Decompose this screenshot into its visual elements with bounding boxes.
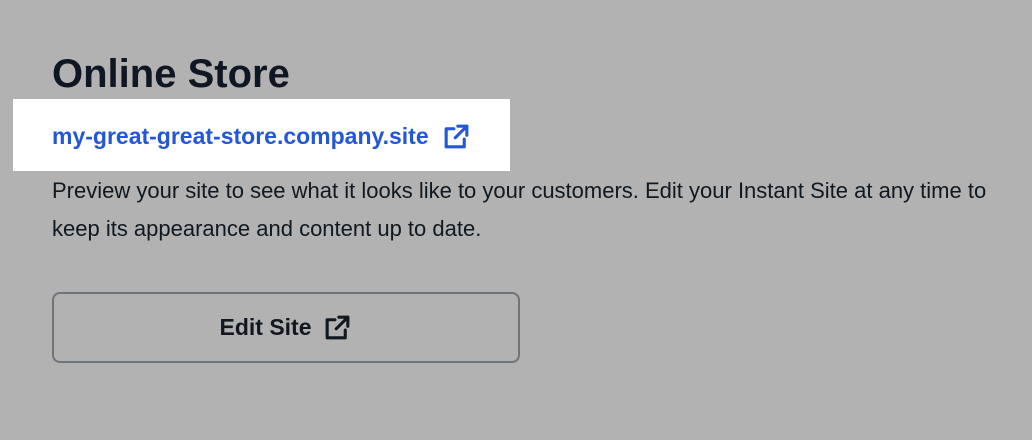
site-url-link[interactable]: my-great-great-store.company.site [52, 118, 472, 154]
edit-site-button[interactable]: Edit Site [52, 292, 520, 363]
external-link-icon [441, 121, 472, 152]
site-url-text: my-great-great-store.company.site [52, 122, 429, 149]
site-description: Preview your site to see what it looks l… [52, 178, 987, 241]
online-store-panel: Online Store my-great-great-store.compan… [0, 0, 1032, 440]
edit-site-label: Edit Site [219, 314, 312, 340]
page-title: Online Store [52, 52, 290, 96]
external-link-icon [322, 312, 353, 343]
